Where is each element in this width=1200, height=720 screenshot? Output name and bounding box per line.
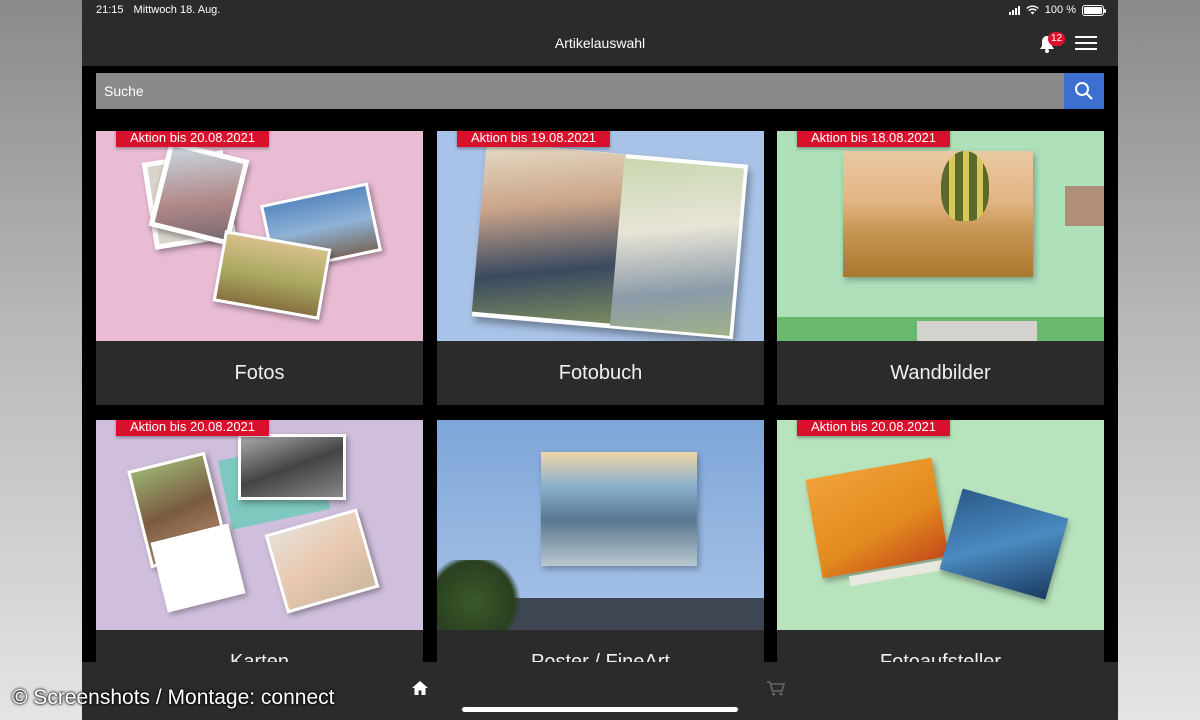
promo-badge: Aktion bis 20.08.2021	[116, 420, 270, 436]
navigation-bar: Artikelauswahl 12	[82, 22, 1118, 66]
category-card-fotos[interactable]: Aktion bis 20.08.2021 Fotos	[96, 131, 423, 405]
search-button[interactable]	[1064, 73, 1104, 109]
status-time: 21:15	[96, 4, 124, 16]
home-indicator	[462, 707, 738, 712]
karten-image	[96, 420, 423, 630]
signal-icon	[1008, 5, 1020, 15]
status-bar: 21:15 Mittwoch 18. Aug. 100 %	[82, 0, 1118, 22]
wandbilder-image	[777, 131, 1104, 341]
promo-badge: Aktion bis 20.08.2021	[797, 420, 951, 436]
search-input[interactable]	[96, 73, 1064, 109]
promo-badge: Aktion bis 20.08.2021	[116, 131, 270, 147]
poster-image	[437, 420, 764, 630]
card-label: Fotobuch	[558, 362, 643, 384]
search-bar	[96, 73, 1104, 109]
fotoaufsteller-image	[777, 420, 1104, 630]
category-card-wandbilder[interactable]: Aktion bis 18.08.2021 Wandbilder	[777, 131, 1104, 405]
status-date: Mittwoch 18. Aug.	[133, 4, 221, 16]
category-card-poster-fineart[interactable]: Poster / FineArt	[437, 420, 764, 694]
page-title: Artikelauswahl	[554, 35, 646, 51]
promo-badge: Aktion bis 18.08.2021	[797, 131, 951, 147]
cart-icon[interactable]	[766, 678, 786, 698]
tablet-screen: 21:15 Mittwoch 18. Aug. 100 % Artikelaus…	[82, 0, 1118, 720]
menu-icon[interactable]	[1075, 36, 1097, 50]
battery-icon	[1082, 4, 1106, 16]
card-label: Fotos	[234, 362, 285, 384]
category-card-karten[interactable]: Aktion bis 20.08.2021 Karten	[96, 420, 423, 694]
card-label: Wandbilder	[890, 362, 991, 384]
battery-percent: 100 %	[1044, 4, 1076, 16]
promo-badge: Aktion bis 19.08.2021	[457, 131, 611, 147]
category-card-fotoaufsteller[interactable]: Aktion bis 20.08.2021 Fotoaufsteller	[777, 420, 1104, 694]
wifi-icon	[1026, 5, 1039, 15]
fotos-image	[96, 131, 423, 341]
watermark-credit: © Screenshots / Montage: connect	[12, 686, 335, 709]
notification-badge: 12	[1048, 32, 1066, 46]
category-card-fotobuch[interactable]: Aktion bis 19.08.2021 Fotobuch	[437, 131, 764, 405]
fotobuch-image	[437, 131, 764, 341]
search-icon	[1075, 82, 1093, 100]
home-icon[interactable]	[410, 678, 430, 698]
